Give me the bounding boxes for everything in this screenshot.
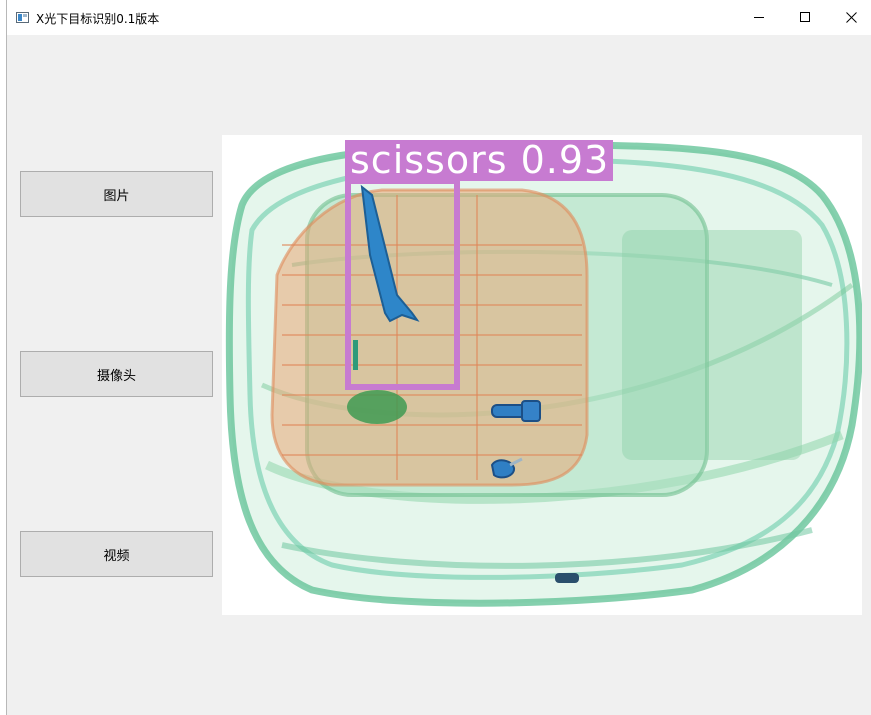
close-icon <box>845 12 857 23</box>
xray-scan-image <box>225 141 862 607</box>
detection-display: scissors 0.93 <box>222 135 862 615</box>
minimize-button[interactable] <box>736 0 782 35</box>
detection-bounding-box <box>345 178 460 390</box>
window-title: X光下目标识别0.1版本 <box>36 12 160 26</box>
maximize-icon <box>799 12 810 22</box>
maximize-button[interactable] <box>782 0 828 35</box>
app-window: X光下目标识别0.1版本 图片 摄像头 视频 scissors 0.93 <box>6 0 871 715</box>
title-bar[interactable]: X光下目标识别0.1版本 <box>7 0 871 35</box>
close-button[interactable] <box>828 0 871 35</box>
app-window-icon <box>16 12 29 23</box>
image-button[interactable]: 图片 <box>20 171 213 217</box>
camera-button[interactable]: 摄像头 <box>20 351 213 397</box>
video-button[interactable]: 视频 <box>20 531 213 577</box>
minimize-icon <box>753 17 764 18</box>
detection-label: scissors 0.93 <box>345 140 614 181</box>
